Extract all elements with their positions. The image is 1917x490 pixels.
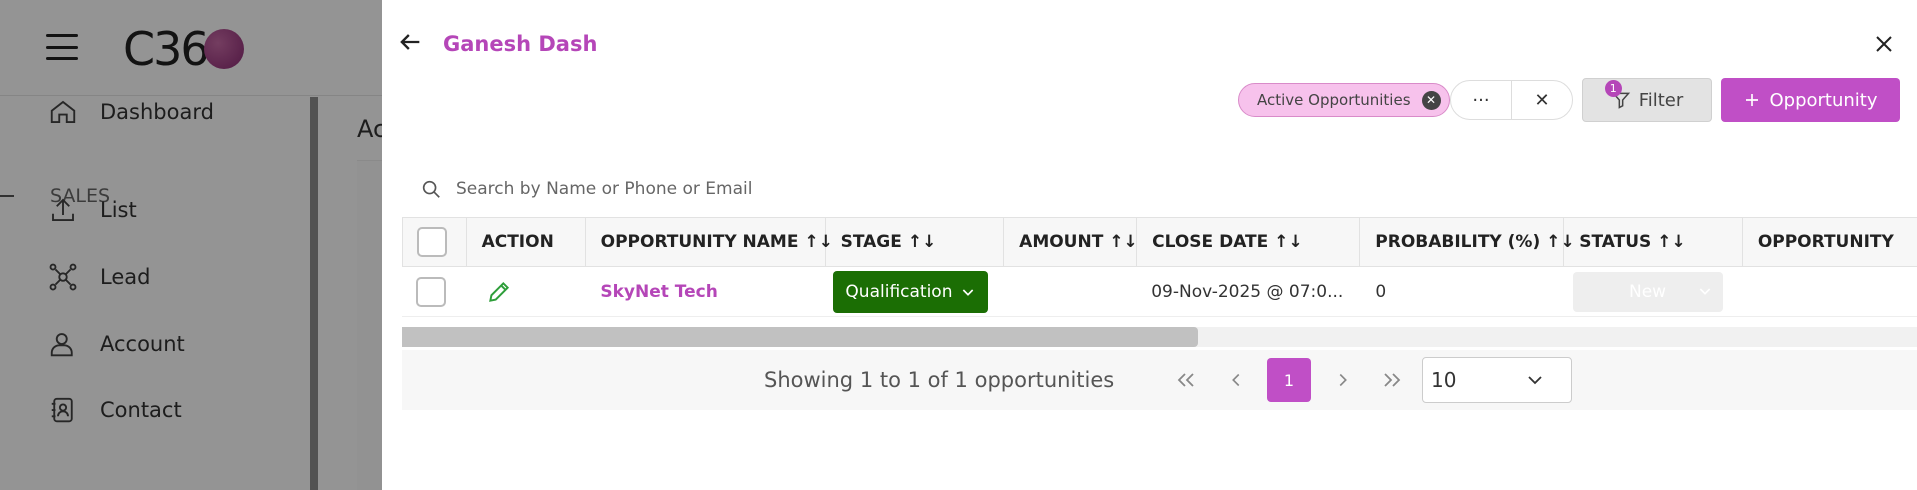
scrollbar-thumb[interactable] [402,327,1198,347]
opportunity-drawer: Ganesh Dash Active Opportunities ✕ ··· ✕… [382,0,1917,490]
page-size-value: 10 [1431,368,1457,392]
search-icon [422,180,440,198]
add-opportunity-button[interactable]: Opportunity [1721,78,1900,122]
status-value: New [1629,282,1667,302]
select-all-checkbox[interactable] [417,227,447,257]
column-label: OPPORTUNITY [1757,232,1894,252]
table-row: SkyNet Tech Qualification 09-Nov-2025 @ … [402,267,1917,317]
view-actions-group: ··· ✕ [1450,80,1573,120]
column-header-amount[interactable]: AMOUNT ↑↓ [1004,218,1138,266]
search-bar [420,174,1020,204]
pagination-bar: Showing 1 to 1 of 1 opportunities 1 10 [402,350,1917,410]
row-opportunity-name-cell: SkyNet Tech [585,267,824,317]
row-opportunity-cell [1743,267,1917,317]
column-header-opportunity[interactable]: OPPORTUNITY [1743,218,1917,266]
row-checkbox[interactable] [416,277,446,307]
sort-icon[interactable]: ↑↓ [1274,232,1303,252]
chevron-left-icon [1232,373,1240,387]
filter-button-label: Filter [1638,89,1684,111]
sort-icon[interactable]: ↑↓ [1657,232,1686,252]
back-arrow-icon[interactable] [396,28,424,56]
drawer-title: Ganesh Dash [443,32,598,56]
chevron-right-icon [1339,373,1347,387]
header-select-all [403,218,467,266]
page-button-current[interactable]: 1 [1267,358,1311,402]
more-options-button[interactable]: ··· [1451,81,1512,119]
filter-button[interactable]: 1 Filter [1582,78,1712,122]
previous-page-button[interactable] [1214,358,1258,402]
filter-count-badge: 1 [1604,80,1622,97]
row-action-cell [466,267,586,317]
column-label: CLOSE DATE [1152,232,1269,252]
column-label: ACTION [481,232,554,252]
chevron-down-icon [1697,283,1713,304]
column-label: STATUS [1579,232,1652,252]
add-button-label: Opportunity [1769,89,1878,111]
row-amount-cell [1004,267,1137,317]
stage-value: Qualification [845,282,953,302]
row-probability-cell: 0 [1375,282,1387,302]
pagination-summary: Showing 1 to 1 of 1 opportunities [764,368,1115,392]
column-header-probability[interactable]: PROBABILITY (%) ↑↓ [1360,218,1575,266]
first-page-button[interactable] [1164,358,1208,402]
column-label: AMOUNT [1019,232,1104,252]
search-input[interactable] [456,179,976,199]
sort-icon[interactable]: ↑↓ [1109,232,1138,252]
row-stage-cell: Qualification [824,267,1003,317]
edit-pencil-icon[interactable] [486,279,512,305]
next-page-button[interactable] [1321,358,1365,402]
column-header-opportunity-name[interactable]: OPPORTUNITY NAME ↑↓ [586,218,833,266]
column-header-action: ACTION [467,218,586,266]
table-header: ACTION OPPORTUNITY NAME ↑↓ STAGE ↑↓ AMOUNT… [402,217,1917,267]
column-header-stage[interactable]: STAGE ↑↓ [826,218,1005,266]
plus-icon [1746,94,1759,106]
page-size-select[interactable]: 10 [1422,357,1572,403]
stage-dropdown[interactable]: Qualification [833,271,989,313]
row-status-cell: New [1564,267,1743,317]
row-select-cell [402,267,466,317]
last-page-button[interactable] [1370,358,1414,402]
column-label: STAGE [840,232,902,252]
double-chevron-left-icon [1177,373,1194,387]
active-filter-chip: Active Opportunities ✕ [1238,83,1450,117]
column-label: OPPORTUNITY NAME [600,232,799,252]
chip-label: Active Opportunities [1257,91,1411,109]
row-close-date-cell: 09-Nov-2025 @ 07:0... [1151,282,1344,302]
column-label: PROBABILITY (%) [1375,232,1541,252]
sort-icon[interactable]: ↑↓ [908,232,937,252]
column-header-close-date[interactable]: CLOSE DATE ↑↓ [1137,218,1361,266]
clear-filter-button[interactable]: ✕ [1512,81,1572,119]
chip-remove-icon[interactable]: ✕ [1421,91,1441,110]
horizontal-scrollbar[interactable] [402,327,1917,347]
double-chevron-right-icon [1384,373,1401,387]
close-icon[interactable] [1872,32,1896,56]
chevron-down-icon [1528,376,1542,385]
opportunities-table: ACTION OPPORTUNITY NAME ↑↓ STAGE ↑↓ AMOUNT… [402,217,1917,350]
column-header-status[interactable]: STATUS ↑↓ [1564,218,1743,266]
funnel-icon: 1 [1604,80,1631,110]
status-dropdown[interactable]: New [1572,272,1723,312]
chevron-down-icon [963,289,974,296]
opportunity-name-link[interactable]: SkyNet Tech [600,282,717,302]
